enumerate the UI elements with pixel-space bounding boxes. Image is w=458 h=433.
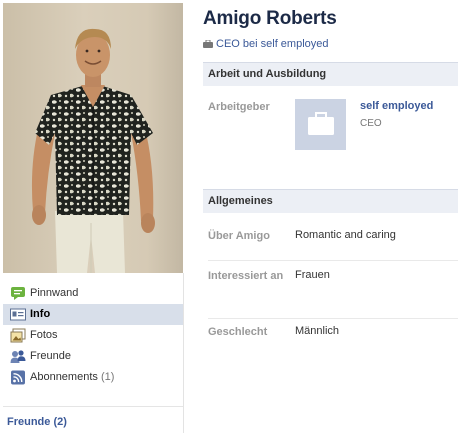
- person-figure: [31, 28, 155, 273]
- nav-item-label: Freunde: [30, 350, 71, 362]
- profile-info-panel: Amigo Roberts CEO bei self employed Arbe…: [203, 0, 458, 433]
- about-label: Über Amigo: [208, 230, 270, 242]
- column-divider: [183, 273, 184, 433]
- profile-nav: Pinnwand Info Fotos Freunde Abonnements …: [0, 283, 183, 388]
- nav-item-abonnements[interactable]: Abonnements (1): [3, 367, 183, 388]
- briefcase-icon: [308, 112, 334, 135]
- row-divider: [208, 260, 458, 261]
- nav-item-fotos[interactable]: Fotos: [3, 325, 183, 346]
- nav-item-pinnwand[interactable]: Pinnwand: [3, 283, 183, 304]
- employer-label: Arbeitgeber: [208, 101, 270, 113]
- friends-count-link[interactable]: Freunde (2): [7, 416, 67, 428]
- nav-item-label: Fotos: [30, 329, 58, 341]
- nav-item-info[interactable]: Info: [3, 304, 183, 325]
- divider: [3, 406, 183, 407]
- profile-name[interactable]: Amigo Roberts: [203, 8, 337, 30]
- left-column: Pinnwand Info Fotos Freunde Abonnements …: [0, 0, 183, 433]
- wall-speech-icon: [11, 287, 25, 300]
- nav-item-label: Abonnements: [30, 371, 98, 383]
- nav-item-freunde[interactable]: Freunde: [3, 346, 183, 367]
- nav-item-label: Pinnwand: [30, 287, 79, 299]
- section-general-heading: Allgemeines: [203, 189, 458, 213]
- profile-subtitle[interactable]: CEO bei self employed: [203, 38, 329, 50]
- subscription-count: (1): [100, 371, 115, 383]
- photos-icon: [10, 328, 26, 343]
- row-divider: [208, 318, 458, 319]
- nav-item-label: Info: [30, 308, 51, 320]
- profile-photo[interactable]: [3, 3, 183, 273]
- friends-icon: [10, 350, 26, 363]
- section-work-heading: Arbeit und Ausbildung: [203, 62, 458, 86]
- interested-in-value: Frauen: [295, 269, 330, 281]
- interested-in-label: Interessiert an: [208, 270, 284, 282]
- briefcase-icon: [203, 40, 213, 48]
- gender-label: Geschlecht: [208, 326, 268, 338]
- rss-feed-icon: [11, 370, 25, 385]
- employer-logo[interactable]: [295, 99, 346, 150]
- about-value: Romantic and caring: [295, 229, 396, 241]
- profile-subtitle-text: CEO bei self employed: [216, 38, 329, 50]
- employer-name-link[interactable]: self employed: [360, 100, 433, 112]
- gender-value: Männlich: [295, 325, 340, 337]
- info-card-icon: [10, 308, 26, 321]
- employer-position: CEO: [360, 118, 382, 129]
